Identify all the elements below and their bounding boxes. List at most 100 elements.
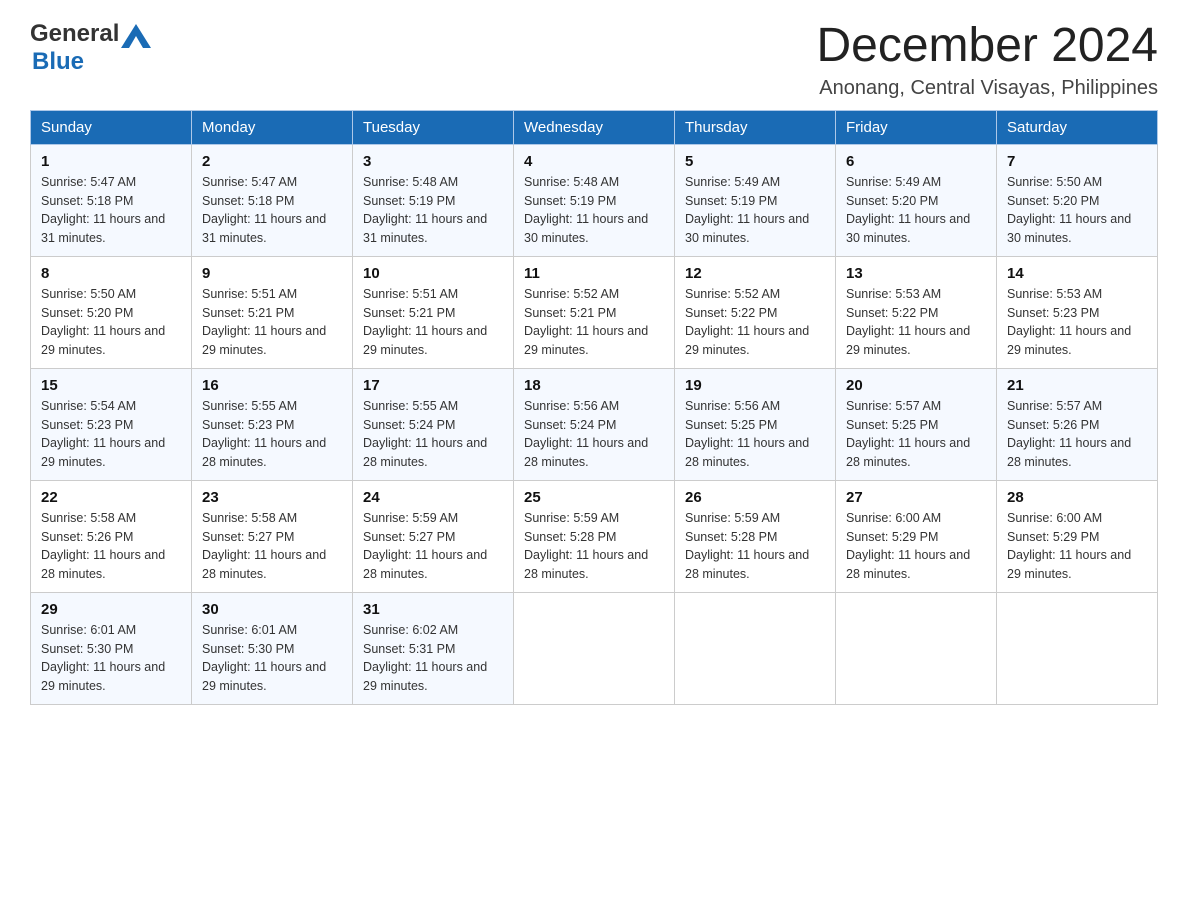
title-area: December 2024 Anonang, Central Visayas, … (816, 20, 1158, 100)
day-number: 13 (846, 265, 986, 282)
day-info: Sunrise: 5:47 AM Sunset: 5:18 PM Dayligh… (41, 173, 181, 248)
day-info: Sunrise: 5:57 AM Sunset: 5:26 PM Dayligh… (1007, 397, 1147, 472)
day-number: 20 (846, 377, 986, 394)
day-info: Sunrise: 5:59 AM Sunset: 5:28 PM Dayligh… (685, 509, 825, 584)
day-header-wednesday: Wednesday (514, 110, 675, 144)
day-header-friday: Friday (836, 110, 997, 144)
calendar-week-row: 8 Sunrise: 5:50 AM Sunset: 5:20 PM Dayli… (31, 256, 1158, 368)
calendar-header-row: SundayMondayTuesdayWednesdayThursdayFrid… (31, 110, 1158, 144)
day-number: 22 (41, 489, 181, 506)
calendar-table: SundayMondayTuesdayWednesdayThursdayFrid… (30, 110, 1158, 705)
day-number: 26 (685, 489, 825, 506)
day-number: 24 (363, 489, 503, 506)
day-number: 8 (41, 265, 181, 282)
day-header-sunday: Sunday (31, 110, 192, 144)
calendar-cell: 16 Sunrise: 5:55 AM Sunset: 5:23 PM Dayl… (192, 368, 353, 480)
day-info: Sunrise: 6:00 AM Sunset: 5:29 PM Dayligh… (1007, 509, 1147, 584)
day-number: 21 (1007, 377, 1147, 394)
calendar-cell: 29 Sunrise: 6:01 AM Sunset: 5:30 PM Dayl… (31, 592, 192, 704)
month-title: December 2024 (816, 20, 1158, 73)
day-header-monday: Monday (192, 110, 353, 144)
calendar-cell: 17 Sunrise: 5:55 AM Sunset: 5:24 PM Dayl… (353, 368, 514, 480)
day-header-thursday: Thursday (675, 110, 836, 144)
calendar-cell (514, 592, 675, 704)
day-number: 19 (685, 377, 825, 394)
calendar-cell: 27 Sunrise: 6:00 AM Sunset: 5:29 PM Dayl… (836, 480, 997, 592)
calendar-cell: 15 Sunrise: 5:54 AM Sunset: 5:23 PM Dayl… (31, 368, 192, 480)
day-number: 23 (202, 489, 342, 506)
day-info: Sunrise: 5:58 AM Sunset: 5:27 PM Dayligh… (202, 509, 342, 584)
logo-icon (121, 20, 151, 48)
day-number: 10 (363, 265, 503, 282)
day-header-tuesday: Tuesday (353, 110, 514, 144)
logo-blue-text: Blue (32, 48, 84, 75)
day-number: 16 (202, 377, 342, 394)
calendar-week-row: 29 Sunrise: 6:01 AM Sunset: 5:30 PM Dayl… (31, 592, 1158, 704)
calendar-cell: 28 Sunrise: 6:00 AM Sunset: 5:29 PM Dayl… (997, 480, 1158, 592)
day-info: Sunrise: 5:58 AM Sunset: 5:26 PM Dayligh… (41, 509, 181, 584)
day-info: Sunrise: 5:52 AM Sunset: 5:22 PM Dayligh… (685, 285, 825, 360)
calendar-cell (997, 592, 1158, 704)
day-info: Sunrise: 5:53 AM Sunset: 5:23 PM Dayligh… (1007, 285, 1147, 360)
location-title: Anonang, Central Visayas, Philippines (816, 77, 1158, 100)
calendar-cell: 30 Sunrise: 6:01 AM Sunset: 5:30 PM Dayl… (192, 592, 353, 704)
calendar-cell: 25 Sunrise: 5:59 AM Sunset: 5:28 PM Dayl… (514, 480, 675, 592)
calendar-cell: 11 Sunrise: 5:52 AM Sunset: 5:21 PM Dayl… (514, 256, 675, 368)
day-number: 9 (202, 265, 342, 282)
day-number: 12 (685, 265, 825, 282)
day-info: Sunrise: 5:48 AM Sunset: 5:19 PM Dayligh… (363, 173, 503, 248)
day-info: Sunrise: 5:48 AM Sunset: 5:19 PM Dayligh… (524, 173, 664, 248)
day-number: 3 (363, 153, 503, 170)
day-info: Sunrise: 6:01 AM Sunset: 5:30 PM Dayligh… (202, 621, 342, 696)
calendar-cell: 31 Sunrise: 6:02 AM Sunset: 5:31 PM Dayl… (353, 592, 514, 704)
day-number: 25 (524, 489, 664, 506)
day-number: 15 (41, 377, 181, 394)
day-info: Sunrise: 6:01 AM Sunset: 5:30 PM Dayligh… (41, 621, 181, 696)
calendar-week-row: 22 Sunrise: 5:58 AM Sunset: 5:26 PM Dayl… (31, 480, 1158, 592)
day-info: Sunrise: 6:02 AM Sunset: 5:31 PM Dayligh… (363, 621, 503, 696)
day-number: 31 (363, 601, 503, 618)
day-info: Sunrise: 6:00 AM Sunset: 5:29 PM Dayligh… (846, 509, 986, 584)
calendar-cell: 2 Sunrise: 5:47 AM Sunset: 5:18 PM Dayli… (192, 144, 353, 256)
calendar-cell: 14 Sunrise: 5:53 AM Sunset: 5:23 PM Dayl… (997, 256, 1158, 368)
day-info: Sunrise: 5:54 AM Sunset: 5:23 PM Dayligh… (41, 397, 181, 472)
day-number: 18 (524, 377, 664, 394)
calendar-cell: 18 Sunrise: 5:56 AM Sunset: 5:24 PM Dayl… (514, 368, 675, 480)
day-info: Sunrise: 5:55 AM Sunset: 5:24 PM Dayligh… (363, 397, 503, 472)
calendar-cell: 3 Sunrise: 5:48 AM Sunset: 5:19 PM Dayli… (353, 144, 514, 256)
day-number: 27 (846, 489, 986, 506)
calendar-cell (675, 592, 836, 704)
day-info: Sunrise: 5:57 AM Sunset: 5:25 PM Dayligh… (846, 397, 986, 472)
calendar-cell: 8 Sunrise: 5:50 AM Sunset: 5:20 PM Dayli… (31, 256, 192, 368)
calendar-cell: 23 Sunrise: 5:58 AM Sunset: 5:27 PM Dayl… (192, 480, 353, 592)
day-info: Sunrise: 5:53 AM Sunset: 5:22 PM Dayligh… (846, 285, 986, 360)
day-info: Sunrise: 5:56 AM Sunset: 5:25 PM Dayligh… (685, 397, 825, 472)
day-number: 7 (1007, 153, 1147, 170)
day-info: Sunrise: 5:59 AM Sunset: 5:28 PM Dayligh… (524, 509, 664, 584)
calendar-cell: 1 Sunrise: 5:47 AM Sunset: 5:18 PM Dayli… (31, 144, 192, 256)
day-number: 1 (41, 153, 181, 170)
day-number: 2 (202, 153, 342, 170)
day-number: 14 (1007, 265, 1147, 282)
day-info: Sunrise: 5:49 AM Sunset: 5:19 PM Dayligh… (685, 173, 825, 248)
calendar-cell: 26 Sunrise: 5:59 AM Sunset: 5:28 PM Dayl… (675, 480, 836, 592)
calendar-cell: 9 Sunrise: 5:51 AM Sunset: 5:21 PM Dayli… (192, 256, 353, 368)
day-info: Sunrise: 5:59 AM Sunset: 5:27 PM Dayligh… (363, 509, 503, 584)
day-info: Sunrise: 5:52 AM Sunset: 5:21 PM Dayligh… (524, 285, 664, 360)
day-number: 6 (846, 153, 986, 170)
day-info: Sunrise: 5:51 AM Sunset: 5:21 PM Dayligh… (202, 285, 342, 360)
calendar-cell: 24 Sunrise: 5:59 AM Sunset: 5:27 PM Dayl… (353, 480, 514, 592)
calendar-cell: 13 Sunrise: 5:53 AM Sunset: 5:22 PM Dayl… (836, 256, 997, 368)
day-info: Sunrise: 5:50 AM Sunset: 5:20 PM Dayligh… (41, 285, 181, 360)
calendar-cell: 4 Sunrise: 5:48 AM Sunset: 5:19 PM Dayli… (514, 144, 675, 256)
calendar-week-row: 1 Sunrise: 5:47 AM Sunset: 5:18 PM Dayli… (31, 144, 1158, 256)
logo: General Blue (30, 20, 153, 76)
day-header-saturday: Saturday (997, 110, 1158, 144)
day-info: Sunrise: 5:56 AM Sunset: 5:24 PM Dayligh… (524, 397, 664, 472)
calendar-cell: 22 Sunrise: 5:58 AM Sunset: 5:26 PM Dayl… (31, 480, 192, 592)
calendar-cell: 6 Sunrise: 5:49 AM Sunset: 5:20 PM Dayli… (836, 144, 997, 256)
day-number: 29 (41, 601, 181, 618)
calendar-cell: 19 Sunrise: 5:56 AM Sunset: 5:25 PM Dayl… (675, 368, 836, 480)
calendar-cell: 12 Sunrise: 5:52 AM Sunset: 5:22 PM Dayl… (675, 256, 836, 368)
day-number: 30 (202, 601, 342, 618)
